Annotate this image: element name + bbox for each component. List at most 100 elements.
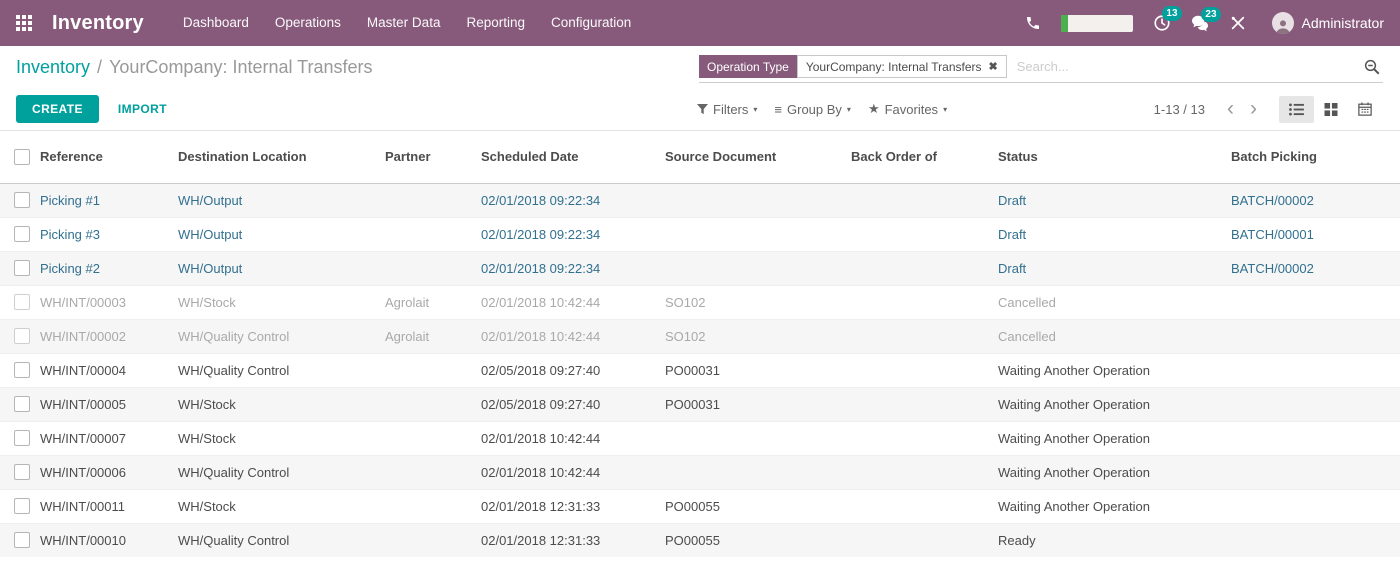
cell-reference: WH/INT/00006 — [40, 455, 178, 489]
cell-destination-location: WH/Output — [178, 217, 385, 251]
support-tools-button[interactable] — [1230, 15, 1246, 31]
favorites-dropdown[interactable]: ★ Favorites ▾ — [868, 101, 947, 117]
import-button[interactable]: IMPORT — [112, 101, 173, 117]
cell-batch-picking — [1231, 319, 1400, 353]
table-row[interactable]: WH/INT/00005 WH/Stock 02/05/2018 09:27:4… — [0, 387, 1400, 421]
breadcrumb-parent-link[interactable]: Inventory — [16, 57, 90, 77]
cell-back-order-of — [851, 387, 998, 421]
row-checkbox-cell — [0, 387, 40, 421]
kanban-view-icon — [1324, 103, 1338, 116]
column-header-source-document[interactable]: Source Document — [665, 131, 851, 183]
group-by-dropdown[interactable]: ≡ Group By ▾ — [774, 102, 851, 117]
table-row[interactable]: WH/INT/00007 WH/Stock 02/01/2018 10:42:4… — [0, 421, 1400, 455]
column-header-partner[interactable]: Partner — [385, 131, 481, 183]
table-row[interactable]: Picking #2 WH/Output 02/01/2018 09:22:34… — [0, 251, 1400, 285]
select-all-checkbox[interactable] — [14, 149, 30, 165]
row-checkbox[interactable] — [14, 294, 30, 310]
table-row[interactable]: WH/INT/00011 WH/Stock 02/01/2018 12:31:3… — [0, 489, 1400, 523]
table-row[interactable]: Picking #1 WH/Output 02/01/2018 09:22:34… — [0, 183, 1400, 217]
cell-destination-location: WH/Output — [178, 251, 385, 285]
filters-dropdown[interactable]: Filters ▾ — [697, 102, 757, 117]
row-checkbox[interactable] — [14, 192, 30, 208]
timer-widget[interactable] — [1061, 15, 1133, 32]
table-row[interactable]: Picking #3 WH/Output 02/01/2018 09:22:34… — [0, 217, 1400, 251]
column-header-destination-location[interactable]: Destination Location — [178, 131, 385, 183]
row-checkbox[interactable] — [14, 362, 30, 378]
table-row[interactable]: WH/INT/00010 WH/Quality Control 02/01/20… — [0, 523, 1400, 557]
cell-reference: WH/INT/00004 — [40, 353, 178, 387]
pager-next-button[interactable]: › — [1242, 99, 1265, 119]
menu-operations[interactable]: Operations — [262, 0, 354, 46]
cell-scheduled-date: 02/01/2018 12:31:33 — [481, 489, 665, 523]
cell-destination-location: WH/Quality Control — [178, 353, 385, 387]
calendar-view-button[interactable] — [1348, 95, 1382, 123]
cell-scheduled-date: 02/01/2018 09:22:34 — [481, 251, 665, 285]
phone-icon — [1025, 15, 1041, 31]
cell-batch-picking: BATCH/00002 — [1231, 183, 1400, 217]
row-checkbox[interactable] — [14, 226, 30, 242]
facet-label: Operation Type — [699, 55, 797, 78]
cell-partner — [385, 217, 481, 251]
cell-back-order-of — [851, 353, 998, 387]
row-checkbox[interactable] — [14, 464, 30, 480]
row-checkbox[interactable] — [14, 260, 30, 276]
row-checkbox[interactable] — [14, 328, 30, 344]
list-view-button[interactable] — [1279, 96, 1314, 123]
cell-scheduled-date: 02/01/2018 10:42:44 — [481, 455, 665, 489]
apps-menu-button[interactable] — [0, 0, 48, 46]
column-header-reference[interactable]: Reference — [40, 131, 178, 183]
remove-facet-icon[interactable]: ✖ — [989, 60, 998, 73]
table-row[interactable]: WH/INT/00003 WH/Stock Agrolait 02/01/201… — [0, 285, 1400, 319]
user-menu[interactable]: Administrator — [1272, 12, 1384, 34]
cell-batch-picking — [1231, 455, 1400, 489]
menu-reporting[interactable]: Reporting — [453, 0, 538, 46]
cell-destination-location: WH/Quality Control — [178, 319, 385, 353]
search-facet: Operation Type YourCompany: Internal Tra… — [699, 55, 1007, 78]
search-icon[interactable] — [1363, 58, 1381, 76]
column-header-batch-picking[interactable]: Batch Picking — [1231, 131, 1400, 183]
activities-button[interactable]: 13 — [1153, 14, 1171, 32]
row-checkbox[interactable] — [14, 498, 30, 514]
row-checkbox-cell — [0, 319, 40, 353]
row-checkbox[interactable] — [14, 396, 30, 412]
cell-reference: Picking #1 — [40, 183, 178, 217]
cell-partner — [385, 489, 481, 523]
cell-status: Waiting Another Operation — [998, 387, 1231, 421]
column-header-status[interactable]: Status — [998, 131, 1231, 183]
menu-configuration[interactable]: Configuration — [538, 0, 644, 46]
cell-back-order-of — [851, 421, 998, 455]
cell-reference: WH/INT/00010 — [40, 523, 178, 557]
cell-source-document — [665, 183, 851, 217]
cell-source-document — [665, 217, 851, 251]
search-options-toolbar: Filters ▾ ≡ Group By ▾ ★ Favorites ▾ — [697, 101, 964, 117]
cell-source-document — [665, 251, 851, 285]
avatar — [1272, 12, 1294, 34]
facet-value: YourCompany: Internal Transfers ✖ — [797, 55, 1007, 78]
cell-back-order-of — [851, 183, 998, 217]
phone-button[interactable] — [1025, 15, 1041, 31]
cell-destination-location: WH/Stock — [178, 387, 385, 421]
cell-scheduled-date: 02/05/2018 09:27:40 — [481, 353, 665, 387]
cell-partner: Agrolait — [385, 319, 481, 353]
row-checkbox[interactable] — [14, 430, 30, 446]
column-header-back-order-of[interactable]: Back Order of — [851, 131, 998, 183]
menu-master-data[interactable]: Master Data — [354, 0, 454, 46]
pager-previous-button[interactable]: ‹ — [1219, 99, 1242, 119]
app-name[interactable]: Inventory — [52, 12, 144, 35]
calendar-view-icon — [1358, 102, 1372, 116]
messages-button[interactable]: 23 — [1191, 15, 1210, 32]
table-row[interactable]: WH/INT/00004 WH/Quality Control 02/05/20… — [0, 353, 1400, 387]
create-button[interactable]: CREATE — [16, 95, 99, 123]
kanban-view-button[interactable] — [1314, 96, 1348, 123]
user-name: Administrator — [1302, 15, 1384, 31]
row-checkbox[interactable] — [14, 532, 30, 548]
search-input[interactable] — [1015, 58, 1363, 75]
cell-reference: WH/INT/00005 — [40, 387, 178, 421]
table-row[interactable]: WH/INT/00002 WH/Quality Control Agrolait… — [0, 319, 1400, 353]
column-header-scheduled-date[interactable]: Scheduled Date — [481, 131, 665, 183]
cell-partner — [385, 523, 481, 557]
cell-partner — [385, 421, 481, 455]
table-row[interactable]: WH/INT/00006 WH/Quality Control 02/01/20… — [0, 455, 1400, 489]
menu-dashboard[interactable]: Dashboard — [170, 0, 262, 46]
facet-value-text: YourCompany: Internal Transfers — [806, 60, 982, 74]
